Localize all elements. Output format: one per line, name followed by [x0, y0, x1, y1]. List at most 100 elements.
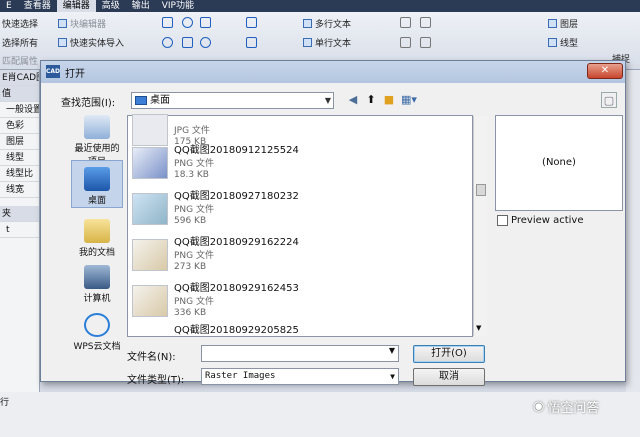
block-editor-button[interactable]: 块编辑器 — [58, 17, 106, 30]
panel-row[interactable]: 线型 — [0, 150, 39, 166]
places-bar: 最近使用的项目 桌面 我的文档 计算机 WPS云文档 — [71, 115, 123, 377]
file-name: QQ截图20180929205825 — [174, 325, 299, 336]
text-icon — [303, 19, 312, 28]
cad-app-icon: CAD — [46, 65, 60, 78]
menu-tab-output[interactable]: 输出 — [126, 0, 156, 12]
chevron-down-icon[interactable]: ▼ — [390, 369, 395, 384]
mirror-icon[interactable] — [420, 37, 431, 48]
file-list[interactable]: JPG 文件 175 KB QQ截图20180912125524 PNG 文件 … — [127, 114, 487, 337]
dialog-titlebar[interactable]: CAD 打开 ✕ — [41, 61, 625, 83]
filetype-label: 文件类型(T): — [127, 375, 185, 386]
filetype-select[interactable]: Raster Images ▼ — [201, 368, 399, 385]
view-menu-icon[interactable]: ▦▾ — [401, 92, 417, 108]
file-type: JPG 文件 — [174, 126, 210, 136]
panel-row[interactable]: 线宽 — [0, 182, 39, 198]
copy-icon[interactable] — [400, 37, 411, 48]
arc-icon[interactable] — [200, 37, 211, 48]
preview-toggle-icon[interactable]: ▢ — [601, 92, 617, 108]
place-documents[interactable]: 我的文档 — [71, 219, 123, 258]
list-item[interactable]: QQ截图20180929205825 — [132, 321, 452, 337]
file-name: QQ截图20180927180232 — [174, 191, 299, 202]
place-computer[interactable]: 计算机 — [71, 265, 123, 304]
status-text: 行 — [0, 398, 10, 408]
cancel-button[interactable]: 取消 — [413, 368, 485, 386]
pen-icon[interactable] — [246, 17, 257, 28]
back-icon[interactable]: ◀ — [345, 92, 361, 108]
wukong-logo-icon: ◉ — [533, 399, 545, 414]
list-item[interactable]: QQ截图20180929162224 PNG 文件 273 KB — [132, 233, 452, 279]
panel-row: 值 — [0, 86, 39, 102]
ellipse-icon[interactable] — [162, 37, 173, 48]
panel-title: E肖CAD图 — [0, 70, 39, 86]
menu-bar: E 查看器 编辑器 高级 输出 VIP功能 — [0, 0, 640, 12]
menu-tab-viewer[interactable]: 查看器 — [18, 0, 57, 12]
right-edge-panel — [626, 70, 640, 410]
dialog-title: 打开 — [65, 69, 85, 80]
place-wps-cloud[interactable]: WPS云文档 — [71, 313, 123, 352]
file-thumbnail — [132, 147, 168, 179]
quick-select-button[interactable]: 快速选择 — [2, 17, 38, 30]
filetype-value: Raster Images — [205, 371, 276, 381]
panel-row[interactable]: t — [0, 222, 39, 238]
preview-active-checkbox[interactable]: Preview active — [497, 215, 584, 226]
file-size: 336 KB — [174, 308, 207, 318]
polygon-icon[interactable] — [182, 37, 193, 48]
chevron-down-icon[interactable]: ▼ — [389, 346, 395, 355]
list-item[interactable]: QQ截图20180929162453 PNG 文件 336 KB — [132, 279, 452, 325]
menu-tab-editor[interactable]: 编辑器 — [56, 0, 96, 12]
file-thumbnail — [132, 239, 168, 271]
circle-icon[interactable] — [182, 17, 193, 28]
menu-tab-advanced[interactable]: 高级 — [96, 0, 126, 12]
move-icon[interactable] — [400, 17, 411, 28]
open-button[interactable]: 打开(O) — [413, 345, 485, 363]
match-props-button[interactable]: 匹配属性 — [2, 54, 38, 67]
up-folder-icon[interactable]: ⬆ — [363, 92, 379, 108]
import-icon — [58, 38, 67, 47]
preview-active-label: Preview active — [511, 215, 584, 226]
computer-icon — [84, 265, 110, 289]
documents-icon — [84, 219, 110, 243]
line-icon[interactable] — [162, 17, 173, 28]
list-item[interactable]: QQ截图20180927180232 PNG 文件 596 KB — [132, 187, 452, 233]
file-thumbnail — [132, 193, 168, 225]
cloud-icon — [84, 313, 110, 337]
checkbox-box[interactable] — [497, 215, 508, 226]
place-label: 我的文档 — [78, 248, 115, 258]
place-label: 桌面 — [87, 196, 106, 206]
multiline-text-button[interactable]: 多行文本 — [303, 17, 351, 30]
file-type: PNG 文件 — [174, 159, 214, 169]
select-all-button[interactable]: 选择所有 — [2, 36, 38, 49]
menu-tab-e[interactable]: E — [0, 0, 18, 12]
place-desktop[interactable]: 桌面 — [71, 160, 123, 208]
file-name: QQ截图20180929162224 — [174, 237, 299, 248]
pencil-icon[interactable] — [246, 37, 257, 48]
new-folder-icon[interactable]: ■ — [381, 92, 397, 108]
menu-tab-vip[interactable]: VIP功能 — [156, 0, 200, 12]
quick-import-button[interactable]: 快速实体导入 — [58, 36, 124, 49]
panel-row[interactable]: 图层 — [0, 134, 39, 150]
filename-input[interactable]: ▼ — [201, 345, 399, 362]
panel-row: 夹 — [0, 206, 39, 222]
close-button[interactable]: ✕ — [587, 63, 623, 79]
properties-panel: E肖CAD图 值 一般设置 色彩 图层 线型 线型比 线宽 夹 t — [0, 70, 40, 410]
watermark-text: 悟空问答 — [547, 401, 600, 416]
scrollbar-thumb[interactable] — [476, 184, 486, 196]
look-in-value: 桌面 — [150, 95, 170, 106]
look-in-select[interactable]: 桌面 ▼ — [131, 92, 334, 109]
rotate-icon[interactable] — [420, 17, 431, 28]
block-icon — [58, 19, 67, 28]
chevron-down-icon[interactable]: ▼ — [476, 324, 481, 332]
rectangle-icon[interactable] — [200, 17, 211, 28]
panel-row[interactable]: 线型比 — [0, 166, 39, 182]
linetype-button[interactable]: 线型 — [548, 36, 578, 49]
single-line-text-button[interactable]: 单行文本 — [303, 36, 351, 49]
file-size: 596 KB — [174, 216, 207, 226]
panel-row[interactable]: 一般设置 — [0, 102, 39, 118]
list-item[interactable]: QQ截图20180912125524 PNG 文件 18.3 KB — [132, 141, 452, 187]
panel-row[interactable]: 色彩 — [0, 118, 39, 134]
file-list-scrollbar[interactable]: ▼ — [473, 116, 487, 336]
desktop-icon — [135, 96, 147, 105]
file-name: QQ截图20180912125524 — [174, 145, 299, 156]
layers-button[interactable]: 图层 — [548, 17, 578, 30]
linetype-icon — [548, 38, 557, 47]
